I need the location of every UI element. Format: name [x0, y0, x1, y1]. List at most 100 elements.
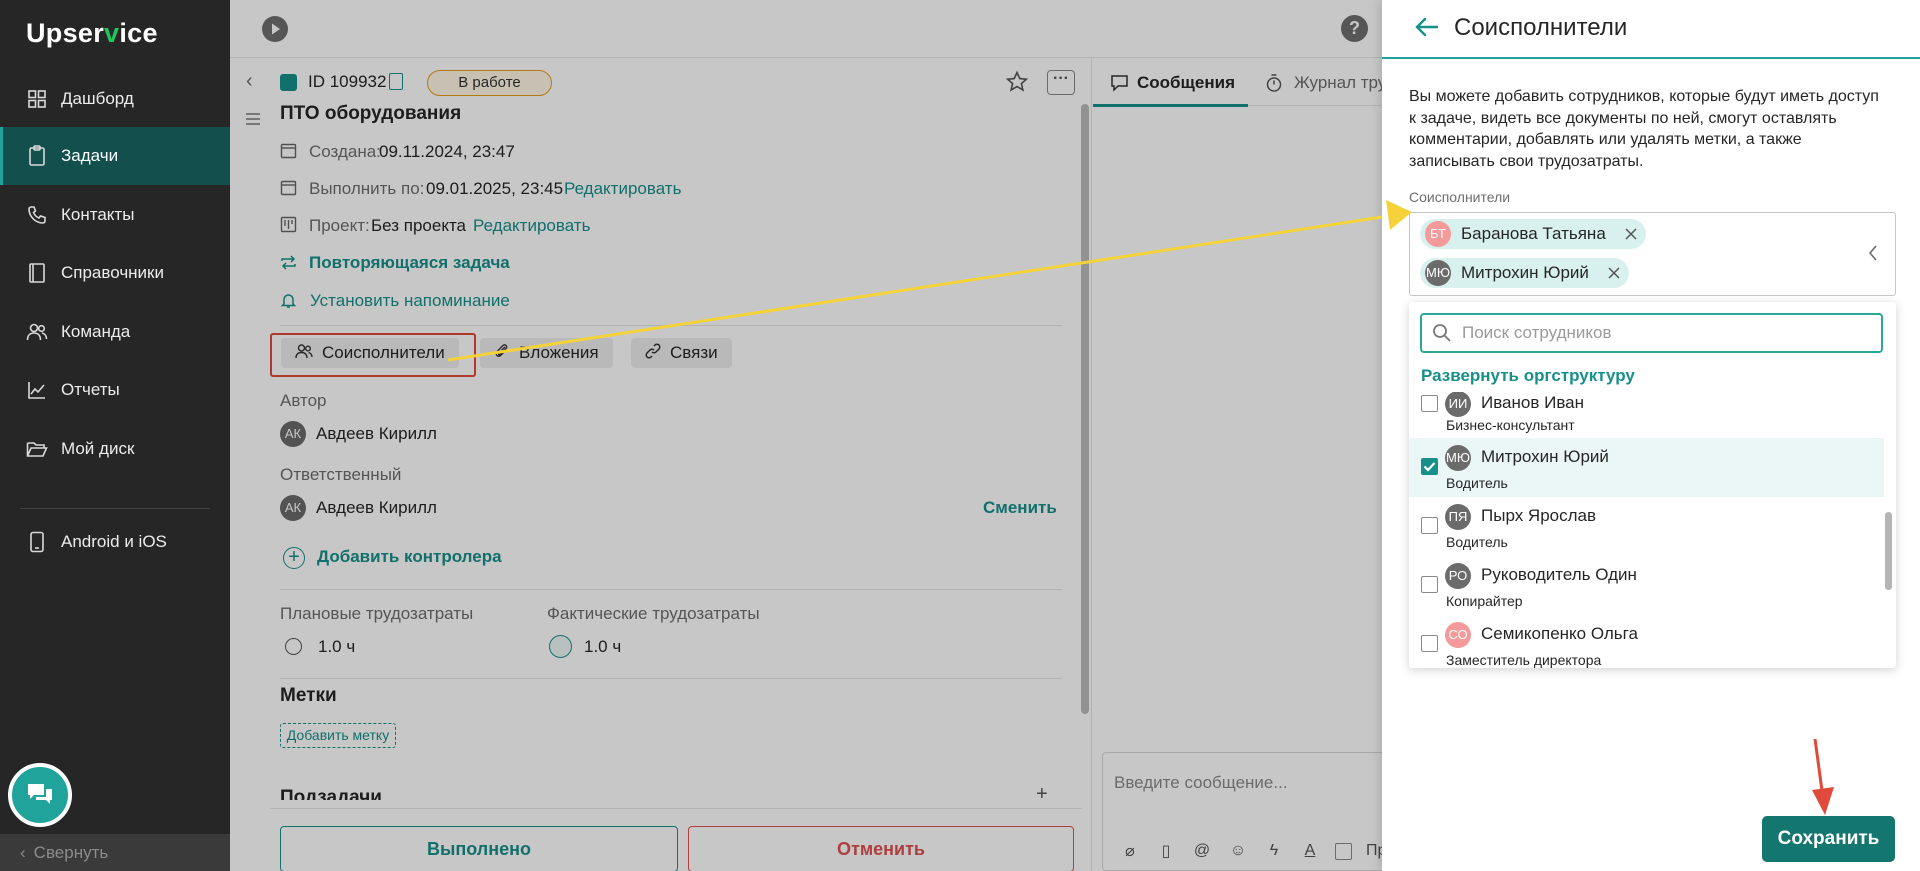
- list-item[interactable]: ПЯ Пырх Ярослав Водитель: [1409, 497, 1884, 556]
- list-item[interactable]: РО Руководитель Один Копирайтер: [1409, 556, 1884, 615]
- sidebar-item-team[interactable]: Команда: [0, 303, 230, 361]
- tab-effort-log[interactable]: Журнал тру: [1294, 73, 1382, 93]
- subtasks-title: Подзадачи: [280, 787, 382, 800]
- employee-name: Иванов Иван: [1481, 393, 1585, 412]
- status-badge[interactable]: В работе: [427, 70, 552, 96]
- search-placeholder: Поиск сотрудников: [1462, 323, 1612, 342]
- active-tab-indicator: [1093, 104, 1248, 107]
- repeat-task-link[interactable]: Повторяющаяся задача: [309, 253, 510, 273]
- add-controller-link[interactable]: Добавить контролера: [317, 547, 502, 567]
- tags-title: Метки: [280, 685, 337, 706]
- message-toolbar: ⌀ ▯ @ ☺ ϟ A Пр: [1119, 840, 1386, 862]
- sidebar-item-label: Задачи: [61, 146, 119, 165]
- employee-list: ИИ Иванов Иван Бизнес-консультант МЮ Мит…: [1409, 392, 1884, 668]
- paperclip-icon[interactable]: ⌀: [1119, 840, 1141, 862]
- chevron-left-icon[interactable]: [1868, 244, 1878, 267]
- due-label: Выполнить по:: [309, 179, 425, 198]
- help-icon[interactable]: ?: [1341, 15, 1368, 42]
- file-icon[interactable]: ▯: [1155, 840, 1177, 862]
- star-icon[interactable]: [1005, 70, 1029, 99]
- checkbox[interactable]: [1421, 517, 1438, 534]
- emoji-icon[interactable]: ☺: [1227, 840, 1249, 862]
- dropdown-scrollbar[interactable]: [1885, 512, 1892, 590]
- avatar: МЮ: [1445, 445, 1471, 471]
- complete-button[interactable]: Выполнено: [280, 826, 678, 871]
- task-type-icon: [280, 74, 297, 91]
- employee-role: Водитель: [1446, 534, 1508, 550]
- paperclip-icon: [494, 343, 510, 364]
- tab-messages[interactable]: Сообщения: [1137, 73, 1235, 93]
- planned-effort-label: Плановые трудозатраты: [280, 604, 474, 623]
- list-item[interactable]: МЮ Митрохин Юрий Водитель: [1409, 438, 1884, 497]
- sidebar-item-directories[interactable]: Справочники: [0, 244, 230, 302]
- mention-icon[interactable]: @: [1191, 840, 1213, 862]
- lightning-icon[interactable]: ϟ: [1263, 840, 1285, 862]
- checkbox[interactable]: [1421, 458, 1438, 475]
- tasks-icon: [25, 145, 49, 167]
- private-checkbox[interactable]: [1335, 842, 1352, 860]
- checkbox[interactable]: [1421, 395, 1438, 412]
- sidebar-item-reports[interactable]: Отчеты: [0, 361, 230, 419]
- back-chevron-icon[interactable]: ‹: [246, 70, 253, 93]
- annotation-highlight: [270, 333, 476, 377]
- sidebar-item-label: Дашборд: [61, 89, 134, 108]
- sidebar-item-contacts[interactable]: Контакты: [0, 186, 230, 244]
- sidebar-item-mobile-apps[interactable]: Android и iOS: [0, 513, 230, 571]
- message-placeholder: Введите сообщение...: [1114, 773, 1288, 792]
- avatar: ИИ: [1445, 392, 1471, 417]
- sidebar-collapse[interactable]: ‹ Свернуть: [0, 834, 230, 871]
- save-button[interactable]: Сохранить: [1762, 816, 1895, 862]
- employee-name: Руководитель Один: [1481, 565, 1637, 584]
- checkbox[interactable]: [1421, 576, 1438, 593]
- project-label: Проект:: [309, 216, 370, 235]
- sidebar-item-dashboard[interactable]: Дашборд: [0, 70, 230, 128]
- button-label: Отменить: [837, 838, 925, 859]
- add-tag-button[interactable]: Добавить метку: [280, 723, 396, 748]
- sidebar-item-tasks[interactable]: Задачи: [0, 127, 230, 185]
- edit-due-link[interactable]: Редактировать: [564, 179, 681, 199]
- arrow-left-icon[interactable]: [1414, 15, 1440, 44]
- collapse-label: Свернуть: [33, 842, 109, 862]
- play-icon[interactable]: [262, 16, 288, 42]
- search-icon: [1432, 323, 1452, 343]
- list-item[interactable]: СО Семикопенко Ольга Заместитель директо…: [1409, 615, 1884, 668]
- tab-attachments[interactable]: Вложения: [480, 338, 613, 368]
- chevron-left-icon: ‹: [20, 842, 26, 862]
- sidebar-item-label: Отчеты: [61, 380, 120, 399]
- panel-title: Соисполнители: [1454, 14, 1628, 41]
- timer-icon[interactable]: [549, 635, 572, 658]
- add-subtask-icon[interactable]: +: [1036, 783, 1048, 800]
- list-item[interactable]: ИИ Иванов Иван Бизнес-консультант: [1409, 392, 1884, 436]
- copy-icon[interactable]: [389, 73, 403, 90]
- calendar-icon: [280, 179, 297, 201]
- button-label: Сохранить: [1777, 828, 1880, 849]
- employee-search-input[interactable]: Поиск сотрудников: [1420, 313, 1883, 353]
- set-reminder-link[interactable]: Установить напоминание: [310, 291, 510, 311]
- chip-label: Баранова Татьяна: [1461, 224, 1606, 243]
- menu-icon[interactable]: [245, 112, 261, 131]
- scrollbar[interactable]: [1081, 104, 1089, 714]
- support-chat-button[interactable]: [8, 763, 72, 827]
- edit-project-link[interactable]: Редактировать: [473, 216, 590, 236]
- planned-effort-value: 1.0 ч: [318, 637, 356, 656]
- avatar: СО: [1445, 622, 1471, 648]
- author-label: Автор: [280, 391, 327, 410]
- chat-bubble-icon: [1110, 74, 1129, 97]
- expand-org-link[interactable]: Развернуть оргструктуру: [1421, 366, 1635, 386]
- more-icon[interactable]: ···: [1047, 70, 1075, 95]
- checkbox[interactable]: [1421, 635, 1438, 652]
- close-icon[interactable]: [1607, 266, 1621, 280]
- sidebar-item-my-disk[interactable]: Мой диск: [0, 420, 230, 478]
- responsible-name: Авдеев Кирилл: [316, 498, 437, 517]
- created-value: 09.11.2024, 23:47: [379, 142, 515, 161]
- app-logo[interactable]: Upservice: [26, 18, 158, 49]
- text-format-icon[interactable]: A: [1299, 840, 1321, 862]
- selected-chip: МЮ Митрохин Юрий: [1420, 258, 1629, 288]
- messages-column: [1093, 58, 1383, 871]
- tab-links[interactable]: Связи: [631, 338, 732, 368]
- close-icon[interactable]: [1624, 227, 1638, 241]
- created-label: Создана:: [309, 142, 381, 161]
- add-circle-icon[interactable]: +: [283, 547, 305, 569]
- change-responsible-link[interactable]: Сменить: [983, 498, 1057, 518]
- cancel-task-button[interactable]: Отменить: [688, 826, 1074, 871]
